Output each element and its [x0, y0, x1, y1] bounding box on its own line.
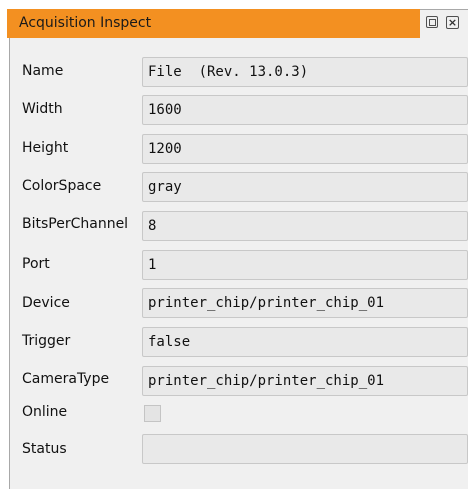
height-field[interactable]: 1200 — [142, 134, 468, 164]
bitsperchannel-field[interactable]: 8 — [142, 211, 468, 241]
online-label: Online — [22, 404, 68, 420]
name-label: Name — [22, 63, 64, 79]
float-window-icon[interactable] — [424, 14, 441, 31]
status-field[interactable] — [142, 434, 468, 464]
close-icon-glyph: × — [446, 16, 459, 29]
status-label: Status — [22, 441, 67, 457]
cameratype-label: CameraType — [22, 371, 110, 387]
close-icon[interactable]: × — [444, 14, 461, 31]
float-window-icon-inner — [429, 19, 436, 26]
height-label: Height — [22, 140, 69, 156]
colorspace-field[interactable]: gray — [142, 172, 468, 202]
name-field[interactable]: File (Rev. 13.0.3) — [142, 57, 468, 87]
colorspace-label: ColorSpace — [22, 178, 102, 194]
online-checkbox[interactable] — [144, 405, 161, 422]
bitsperchannel-label: BitsPerChannel — [22, 216, 129, 232]
trigger-field[interactable]: false — [142, 327, 468, 357]
port-field[interactable]: 1 — [142, 250, 468, 280]
device-field[interactable]: printer_chip/printer_chip_01 — [142, 288, 468, 318]
width-label: Width — [22, 101, 63, 117]
width-field[interactable]: 1600 — [142, 95, 468, 125]
panel-title[interactable]: Acquisition Inspect — [7, 9, 420, 38]
device-label: Device — [22, 295, 70, 311]
port-label: Port — [22, 256, 50, 272]
cameratype-field[interactable]: printer_chip/printer_chip_01 — [142, 366, 468, 396]
trigger-label: Trigger — [22, 333, 71, 349]
